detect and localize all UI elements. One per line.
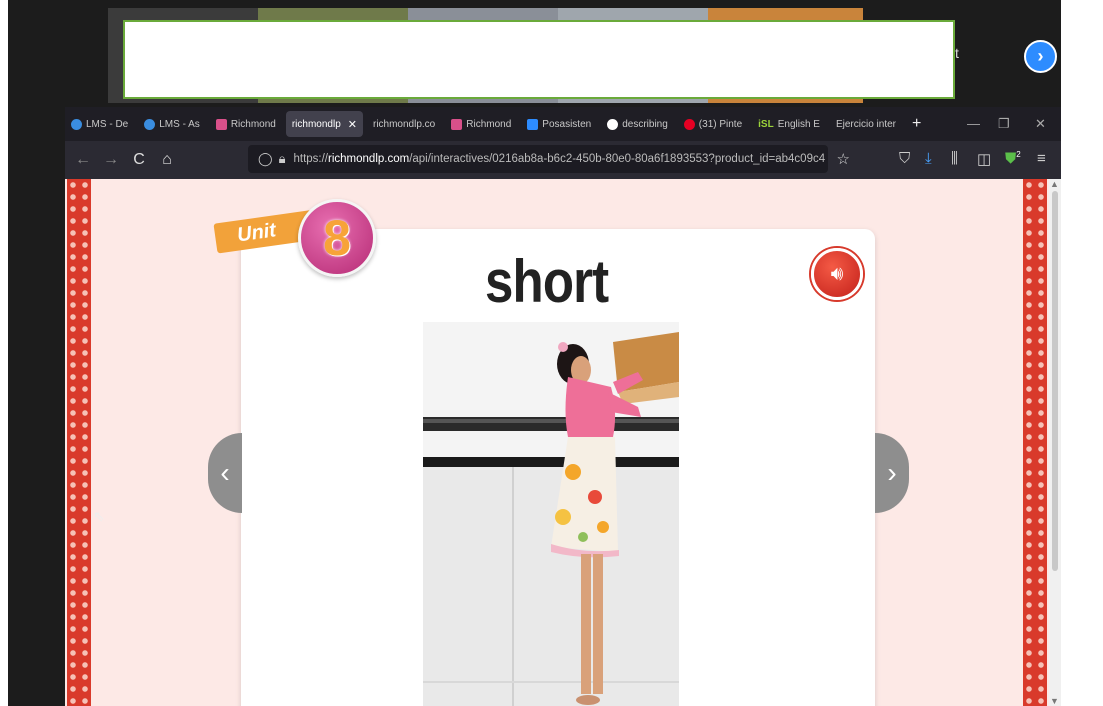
- play-audio-button[interactable]: 🔊︎: [811, 248, 863, 300]
- tab-lms-2[interactable]: LMS - As: [138, 111, 206, 137]
- next-card-button[interactable]: ›: [875, 433, 909, 513]
- address-bar[interactable]: ◯ 🔒︎ https://richmondlp.com/api/interact…: [248, 145, 850, 173]
- shield-icon: ◯: [258, 151, 273, 166]
- tab-describing[interactable]: describing: [601, 111, 674, 137]
- chevron-left-icon: ‹: [220, 457, 230, 488]
- url-text: https://richmondlp.com/api/interactives/…: [293, 153, 826, 165]
- next-participants-button[interactable]: ›: [1024, 40, 1057, 73]
- library-icon[interactable]: ⫼: [951, 150, 958, 167]
- participant-name-fragment: t: [955, 45, 959, 61]
- reload-icon[interactable]: C: [125, 151, 153, 169]
- lock-icon: 🔒︎: [278, 151, 286, 166]
- tab-pinterest[interactable]: (31) Pinte: [678, 111, 748, 137]
- richmond-icon: [451, 118, 463, 130]
- scroll-thumb[interactable]: [1052, 191, 1058, 571]
- decorative-border-left: [67, 179, 91, 706]
- scroll-down-icon[interactable]: ▼: [1050, 696, 1059, 706]
- scroll-up-icon[interactable]: ▲: [1050, 179, 1059, 189]
- browser-nav-bar: ← → C ⌂ ◯ 🔒︎ https://richmondlp.com/api/…: [65, 141, 1061, 179]
- google-icon: [607, 118, 619, 130]
- menu-icon[interactable]: ≡: [1037, 150, 1046, 167]
- home-icon[interactable]: ⌂: [153, 151, 181, 169]
- page-content: ▲ ▼ short Unit 8 🔊︎ ‹ ›: [65, 179, 1061, 706]
- tab-richmond-1[interactable]: Richmond: [210, 111, 282, 137]
- sidebar-icon[interactable]: ◫: [977, 150, 991, 168]
- girl-reaching-illustration: [423, 322, 679, 706]
- pinterest-icon: [683, 118, 695, 130]
- lms-icon: [71, 118, 82, 130]
- close-window-icon[interactable]: ✕: [1035, 116, 1046, 132]
- download-icon[interactable]: ⤓: [925, 150, 932, 167]
- back-icon[interactable]: ←: [69, 151, 97, 169]
- tab-isl-english[interactable]: iSL English E: [752, 111, 826, 137]
- lms-icon: [144, 118, 156, 130]
- speaker-icon: 🔊︎: [830, 262, 844, 285]
- richmond-icon: [215, 118, 227, 130]
- minimize-icon[interactable]: —: [967, 116, 980, 131]
- flashcard-photo: [423, 322, 679, 706]
- bookmark-star-icon[interactable]: ☆: [837, 150, 850, 168]
- flashcard-word: short: [485, 248, 609, 315]
- tab-richmond-2[interactable]: Richmond: [445, 111, 517, 137]
- tab-richmondlp-active[interactable]: richmondlp ✕: [285, 111, 363, 137]
- zoom-icon: [527, 118, 539, 130]
- mouse-cursor-icon: ⇖: [93, 508, 105, 524]
- new-tab-button[interactable]: +: [912, 115, 921, 133]
- chevron-right-icon: ›: [887, 457, 897, 488]
- page-scrollbar[interactable]: ▲ ▼: [1049, 179, 1061, 706]
- extension-shield-icon[interactable]: ⛊2: [1005, 150, 1021, 167]
- redacted-box: [123, 20, 955, 99]
- unit-badge: 8: [298, 199, 376, 277]
- unit-number: 8: [323, 210, 351, 266]
- browser-tab-bar: LMS - De LMS - As Richmond richmondlp ✕ r…: [65, 107, 1061, 141]
- previous-card-button[interactable]: ‹: [208, 433, 242, 513]
- chevron-right-icon: ›: [1037, 46, 1044, 66]
- isl-logo-icon: iSL: [758, 118, 774, 130]
- restore-icon[interactable]: ❐: [998, 116, 1010, 132]
- pocket-icon[interactable]: ⛉: [899, 150, 910, 167]
- tab-ejercicio[interactable]: Ejercicio inter: [830, 111, 902, 137]
- decorative-border-right: [1023, 179, 1047, 706]
- tab-richmondlp-2[interactable]: richmondlp.co: [367, 111, 441, 137]
- video-meeting-frame: t › LMS - De LMS - As Richmond richmondl…: [8, 0, 1061, 706]
- close-tab-icon[interactable]: ✕: [348, 118, 357, 131]
- tab-lms-1[interactable]: LMS - De: [65, 111, 134, 137]
- forward-icon[interactable]: →: [97, 151, 125, 169]
- tab-posasisten[interactable]: Posasisten: [521, 111, 597, 137]
